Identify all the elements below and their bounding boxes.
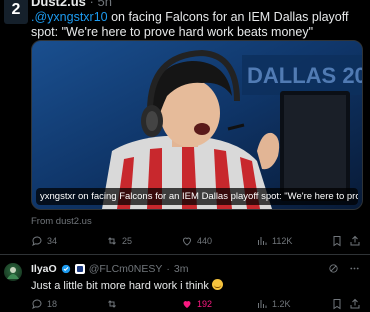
tweet-text: .@yxngstxr10 on facing Falcons for an IE…: [31, 10, 361, 40]
tweet-header: IlyaO @FLCm0NESY · 3m: [31, 263, 189, 275]
view-count: 112K: [272, 236, 293, 246]
like-count: 440: [197, 236, 213, 246]
tweet-header: Dust2.us · 5h: [31, 0, 112, 9]
reply-count: 18: [47, 299, 58, 309]
repost-icon: [108, 300, 116, 308]
media-caption: yxngstxr on facing Falcons for an IEM Da…: [36, 188, 358, 205]
repost-icon: [108, 237, 116, 245]
bookmark-icon: [333, 299, 341, 310]
bookmark-button[interactable]: [331, 298, 343, 310]
share-icon: [350, 235, 360, 246]
tweet-text-body: Just a little bit more hard work i think: [31, 280, 209, 292]
sweat-smile-emoji-icon: [211, 279, 223, 290]
share-button[interactable]: [349, 298, 361, 310]
like-count: 192: [197, 299, 213, 309]
share-icon: [350, 298, 360, 309]
tweet-top-actions: [328, 263, 360, 274]
views-button[interactable]: 112K: [256, 235, 292, 247]
heart-filled-icon: [183, 301, 191, 308]
repost-count: 25: [122, 236, 133, 246]
tweet-actions: 18 192 1.2K: [31, 298, 361, 312]
avatar-image: [7, 267, 19, 279]
more-icon[interactable]: [349, 263, 360, 274]
link-source[interactable]: From dust2.us: [31, 216, 92, 227]
tweet-dust2us[interactable]: 2 Dust2.us · 5h .@yxngstxr10 on facing F…: [0, 0, 370, 255]
tweet-time[interactable]: 3m: [174, 263, 189, 275]
reply-count: 34: [47, 236, 58, 246]
reply-button[interactable]: 18: [31, 298, 57, 310]
media-card[interactable]: DALLAS 2023: [31, 40, 363, 210]
author-name[interactable]: IlyaO: [31, 263, 57, 275]
heart-icon: [182, 237, 192, 246]
tweet-time[interactable]: 5h: [97, 0, 111, 9]
views-icon: [258, 237, 267, 245]
banner-text: DALLAS 2023: [247, 63, 362, 88]
reply-button[interactable]: 34: [31, 235, 57, 247]
mention-link[interactable]: .@yxngstxr10: [31, 10, 108, 24]
share-button[interactable]: [349, 235, 361, 247]
grok-icon[interactable]: [328, 263, 339, 274]
views-icon: [258, 300, 267, 308]
like-button[interactable]: 440: [181, 235, 212, 247]
reply-icon: [32, 236, 42, 247]
like-button[interactable]: 192: [181, 298, 212, 310]
repost-button[interactable]: 25: [106, 235, 132, 247]
views-button[interactable]: 1.2K: [256, 298, 291, 310]
reply-icon: [32, 299, 42, 310]
avatar-logo-text: 2: [11, 1, 21, 18]
affiliate-badge-icon[interactable]: [74, 264, 85, 274]
avatar[interactable]: [4, 263, 22, 281]
media-image: DALLAS 2023: [32, 41, 362, 209]
tweet-text: Just a little bit more hard work i think: [31, 279, 223, 292]
author-handle[interactable]: @FLCm0NESY: [89, 263, 163, 275]
avatar[interactable]: 2: [4, 0, 28, 24]
verified-badge-icon: [61, 264, 70, 274]
bookmark-icon: [333, 236, 341, 247]
view-count: 1.2K: [272, 299, 291, 309]
tweet-actions: 34 25 440 112K: [31, 235, 361, 249]
author-name[interactable]: Dust2.us: [31, 0, 86, 9]
repost-button[interactable]: [106, 298, 118, 310]
bookmark-button[interactable]: [331, 235, 343, 247]
